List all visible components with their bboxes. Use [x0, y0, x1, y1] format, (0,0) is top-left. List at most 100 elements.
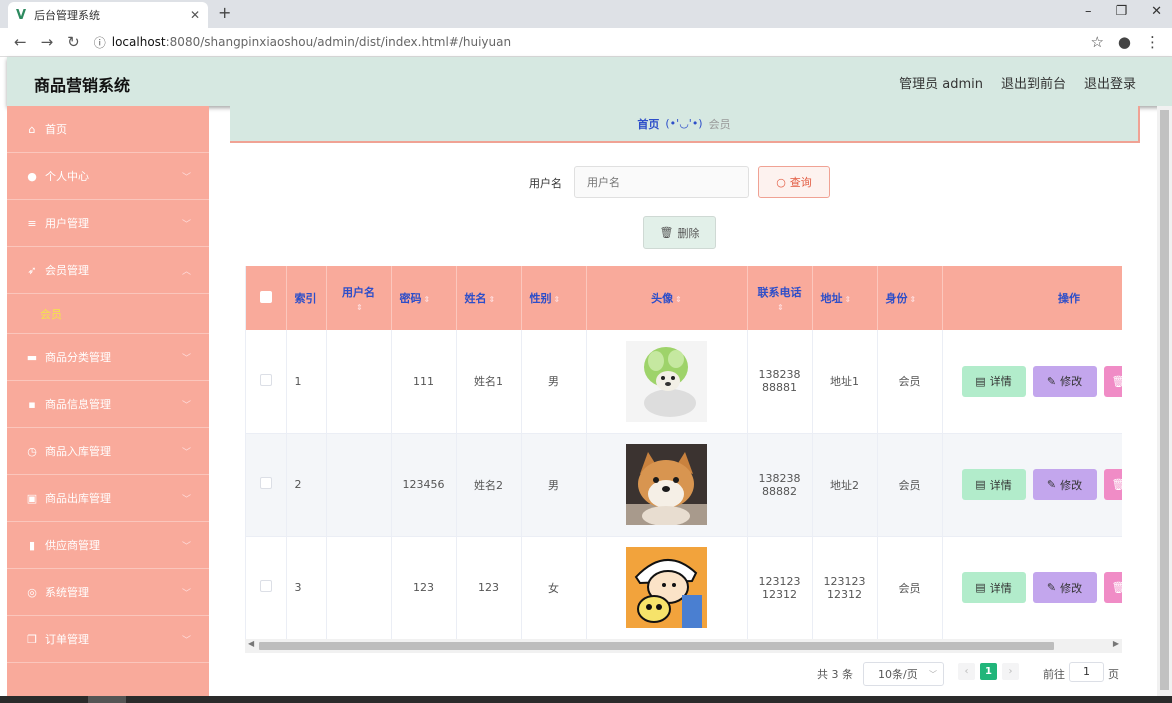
sidebar-item-system[interactable]: ◎ 系统管理 ﹀ [7, 569, 209, 616]
column-header-role[interactable]: 身份 ⇕ [877, 266, 943, 330]
close-tab-icon[interactable]: ✕ [190, 8, 200, 22]
home-icon: ⌂ [28, 122, 36, 136]
delete-row-button[interactable]: 🗑 [1103, 572, 1122, 603]
exit-to-front-link[interactable]: 退出到前台 [1001, 73, 1066, 92]
sidebar-item-supplier[interactable]: ▮ 供应商管理 ﹀ [7, 522, 209, 569]
cell-username [326, 536, 392, 639]
copy-icon: ❐ [27, 632, 37, 646]
sidebar-item-label: 首页 [45, 123, 67, 136]
batch-delete-button[interactable]: 🗑 删除 [643, 216, 716, 249]
column-header-password[interactable]: 密码 ⇕ [391, 266, 457, 330]
sidebar-item-label: 商品信息管理 [45, 398, 111, 411]
sort-icon[interactable]: ⇕ [424, 295, 431, 304]
message-icon: ▪ [28, 397, 36, 411]
next-page-button[interactable]: › [1002, 663, 1019, 680]
new-tab-icon[interactable]: + [218, 3, 231, 22]
column-header-avatar[interactable]: 头像 ⇕ [586, 266, 748, 330]
logout-link[interactable]: 退出登录 [1084, 73, 1136, 92]
list-icon: ≡ [27, 216, 37, 230]
url-path: :8080/shangpinxiaoshou/admin/dist/index.… [165, 35, 512, 49]
table-row: 1 111 姓名1 男 13823888881 地址1 会员 ▤ 详情 ✎ 修改 [246, 330, 1122, 434]
column-header-name[interactable]: 姓名 ⇕ [456, 266, 522, 330]
sidebar-item-category-management[interactable]: ▬ 商品分类管理 ﹀ [7, 334, 209, 381]
sort-icon[interactable]: ⇕ [554, 295, 561, 304]
browser-tab[interactable]: V 后台管理系统 ✕ [8, 2, 208, 28]
detail-button[interactable]: ▤ 详情 [961, 469, 1026, 500]
sort-icon[interactable]: ⇕ [675, 295, 682, 304]
breadcrumb-home[interactable]: 首页 [637, 116, 659, 132]
forward-icon[interactable]: → [41, 33, 54, 51]
sidebar-item-user-management[interactable]: ≡ 用户管理 ﹀ [7, 200, 209, 247]
prev-page-button[interactable]: ‹ [958, 663, 975, 680]
row-select-cell [246, 433, 287, 537]
sort-icon[interactable]: ⇕ [489, 295, 496, 304]
column-header-index: 索引 [286, 266, 327, 330]
avatar-shiba-dog[interactable] [626, 444, 707, 525]
sort-icon[interactable]: ⇕ [910, 295, 917, 304]
search-button[interactable]: ○ 查询 [758, 166, 830, 198]
cell-username [326, 433, 392, 537]
sidebar-item-stock-in[interactable]: ◷ 商品入库管理 ﹀ [7, 428, 209, 475]
avatar-cartoon-boy[interactable] [626, 547, 707, 628]
select-all-checkbox[interactable] [259, 290, 272, 303]
restore-icon[interactable]: ❐ [1115, 4, 1127, 19]
back-icon[interactable]: ← [14, 33, 27, 51]
edit-button[interactable]: ✎ 修改 [1032, 365, 1097, 397]
avatar-cabbage-dog[interactable] [626, 340, 707, 422]
sidebar-item-stock-out[interactable]: ▣ 商品出库管理 ﹀ [7, 475, 209, 522]
chevron-down-icon: ﹀ [181, 400, 191, 411]
scroll-right-icon[interactable]: ▶ [1113, 639, 1119, 648]
column-header-label: 用户名 [342, 285, 375, 299]
close-window-icon[interactable]: ✕ [1151, 4, 1162, 19]
sort-icon[interactable]: ⇕ [356, 303, 363, 312]
goto-page-input[interactable]: 1 [1069, 662, 1104, 682]
column-header-gender[interactable]: 性别 ⇕ [521, 266, 587, 330]
sidebar-item-product-info[interactable]: ▪ 商品信息管理 ﹀ [7, 381, 209, 428]
row-checkbox[interactable] [259, 373, 272, 386]
sidebar-item-label: 用户管理 [45, 217, 89, 230]
cell-name: 姓名1 [456, 330, 522, 434]
delete-row-button[interactable]: 🗑 [1103, 365, 1122, 397]
scroll-left-icon[interactable]: ◀ [248, 639, 254, 648]
settings-icon: ◎ [27, 585, 37, 599]
column-header-username[interactable]: 用户名 ⇕ [326, 266, 392, 330]
sidebar-item-home[interactable]: ⌂ 首页 [7, 106, 209, 153]
column-header-address[interactable]: 地址 ⇕ [812, 266, 878, 330]
page-vertical-scrollbar[interactable] [1157, 106, 1172, 696]
sidebar-item-personal-center[interactable]: ● 个人中心 ﹀ [7, 153, 209, 200]
column-header-label: 联系电话 [757, 285, 802, 299]
search-button-label: 查询 [789, 176, 812, 189]
bookmark-star-icon[interactable]: ☆ [1090, 33, 1103, 51]
minimize-icon[interactable]: – [1085, 4, 1092, 19]
cell-index: 1 [286, 330, 327, 434]
chevron-down-icon: ﹀ [181, 219, 191, 230]
detail-button[interactable]: ▤ 详情 [961, 365, 1026, 397]
page-number-button[interactable]: 1 [980, 663, 997, 680]
edit-button[interactable]: ✎ 修改 [1032, 572, 1097, 603]
profile-icon[interactable]: ● [1118, 33, 1131, 51]
sidebar-subitem-member[interactable]: 会员 [7, 294, 209, 334]
browser-menu-icon[interactable]: ⋮ [1145, 33, 1160, 51]
sidebar-item-label: 系统管理 [45, 586, 89, 599]
delete-row-button[interactable]: 🗑 [1103, 469, 1122, 500]
sort-icon[interactable]: ⇕ [845, 295, 852, 304]
sidebar-item-orders[interactable]: ❐ 订单管理 ﹀ [7, 616, 209, 663]
detail-button[interactable]: ▤ 详情 [961, 572, 1026, 603]
info-icon[interactable]: ⓘ [94, 34, 106, 51]
page-size-select[interactable]: 10条/页 ﹀ [863, 662, 944, 686]
reload-icon[interactable]: ↻ [67, 33, 80, 51]
scrollbar-thumb[interactable] [1160, 110, 1169, 690]
sidebar-item-member-management[interactable]: ➶ 会员管理 ︿ [7, 247, 209, 294]
column-header-label: 性别 [529, 292, 552, 305]
taskbar-item[interactable] [88, 696, 126, 703]
username-search-input[interactable] [574, 166, 749, 198]
sort-icon[interactable]: ⇕ [777, 303, 784, 312]
column-header-phone[interactable]: 联系电话 ⇕ [747, 266, 813, 330]
row-checkbox[interactable] [259, 477, 272, 489]
table-horizontal-scrollbar[interactable]: ◀ ▶ [245, 639, 1122, 653]
edit-button[interactable]: ✎ 修改 [1032, 469, 1097, 500]
table-row: 3 123 123 女 12312312312 12312312312 会员 ▤… [246, 536, 1122, 639]
row-checkbox[interactable] [259, 580, 272, 592]
scrollbar-thumb[interactable] [259, 642, 1054, 650]
url-field[interactable]: ⓘ localhost :8080/shangpinxiaoshou/admin… [94, 34, 511, 51]
